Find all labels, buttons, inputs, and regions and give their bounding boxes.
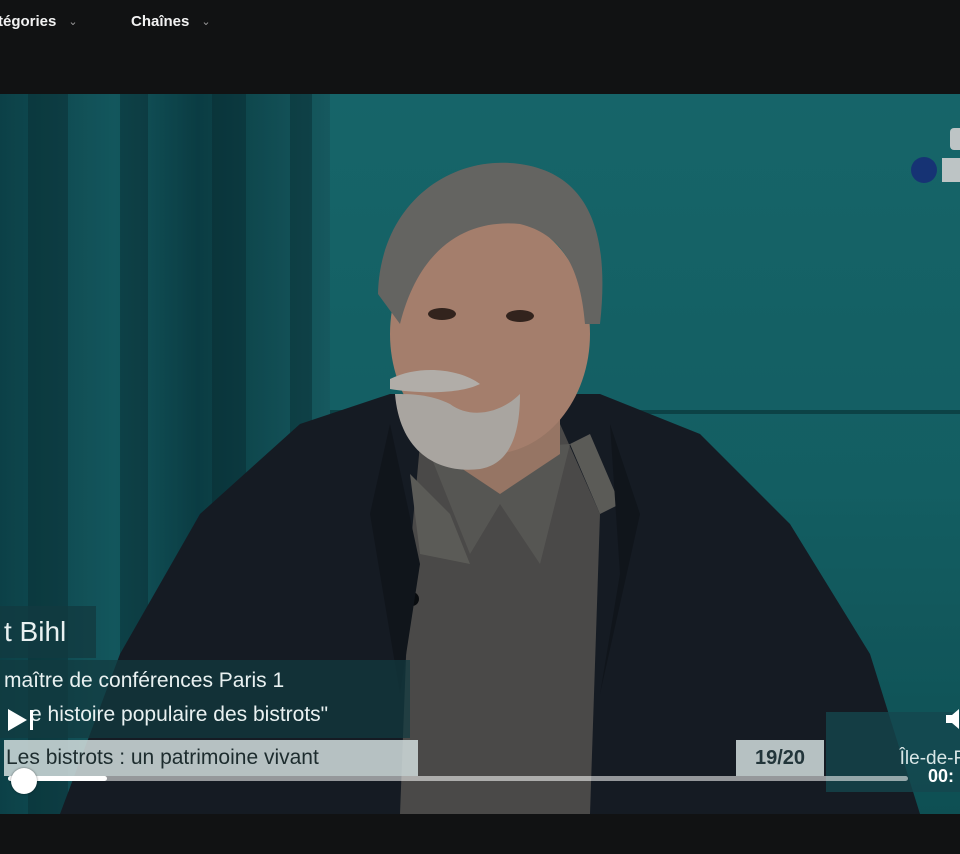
video-player[interactable]: t Bihl maître de conférences Paris 1 e h… xyxy=(0,94,960,814)
nav-categories[interactable]: tégories ⌄ xyxy=(0,13,78,30)
program-tag-text: 19/20 xyxy=(754,747,806,769)
nav-channels[interactable]: Chaînes ⌄ xyxy=(131,13,211,30)
program-tag: 19/20 xyxy=(736,740,824,776)
nav-categories-label: tégories xyxy=(0,13,57,30)
chevron-down-icon: ⌄ xyxy=(201,16,211,28)
topic-banner: Les bistrots : un patrimoine vivant xyxy=(4,740,418,776)
region-line1: Pa xyxy=(826,720,960,746)
speaker-title-caption: maître de conférences Paris 1 e histoire… xyxy=(0,660,410,738)
progress-bar[interactable] xyxy=(8,776,908,781)
current-time: 00: xyxy=(928,766,955,786)
chevron-down-icon: ⌄ xyxy=(68,16,78,28)
bottom-bar xyxy=(0,814,960,854)
speaker-name-caption: t Bihl xyxy=(0,606,96,658)
volume-icon[interactable] xyxy=(944,706,960,732)
speaker-title-line2: e histoire populaire des bistrots" xyxy=(30,703,329,726)
speaker-title-line1: maître de conférences Paris 1 xyxy=(4,669,285,692)
play-icon[interactable] xyxy=(2,706,36,734)
progress-handle[interactable] xyxy=(11,768,37,794)
topic-text: Les bistrots : un patrimoine vivant xyxy=(6,746,319,769)
top-navigation-bar: tégories ⌄ Chaînes ⌄ xyxy=(0,0,960,94)
nav-channels-label: Chaînes xyxy=(131,13,190,30)
speaker-name: t Bihl xyxy=(4,616,67,647)
